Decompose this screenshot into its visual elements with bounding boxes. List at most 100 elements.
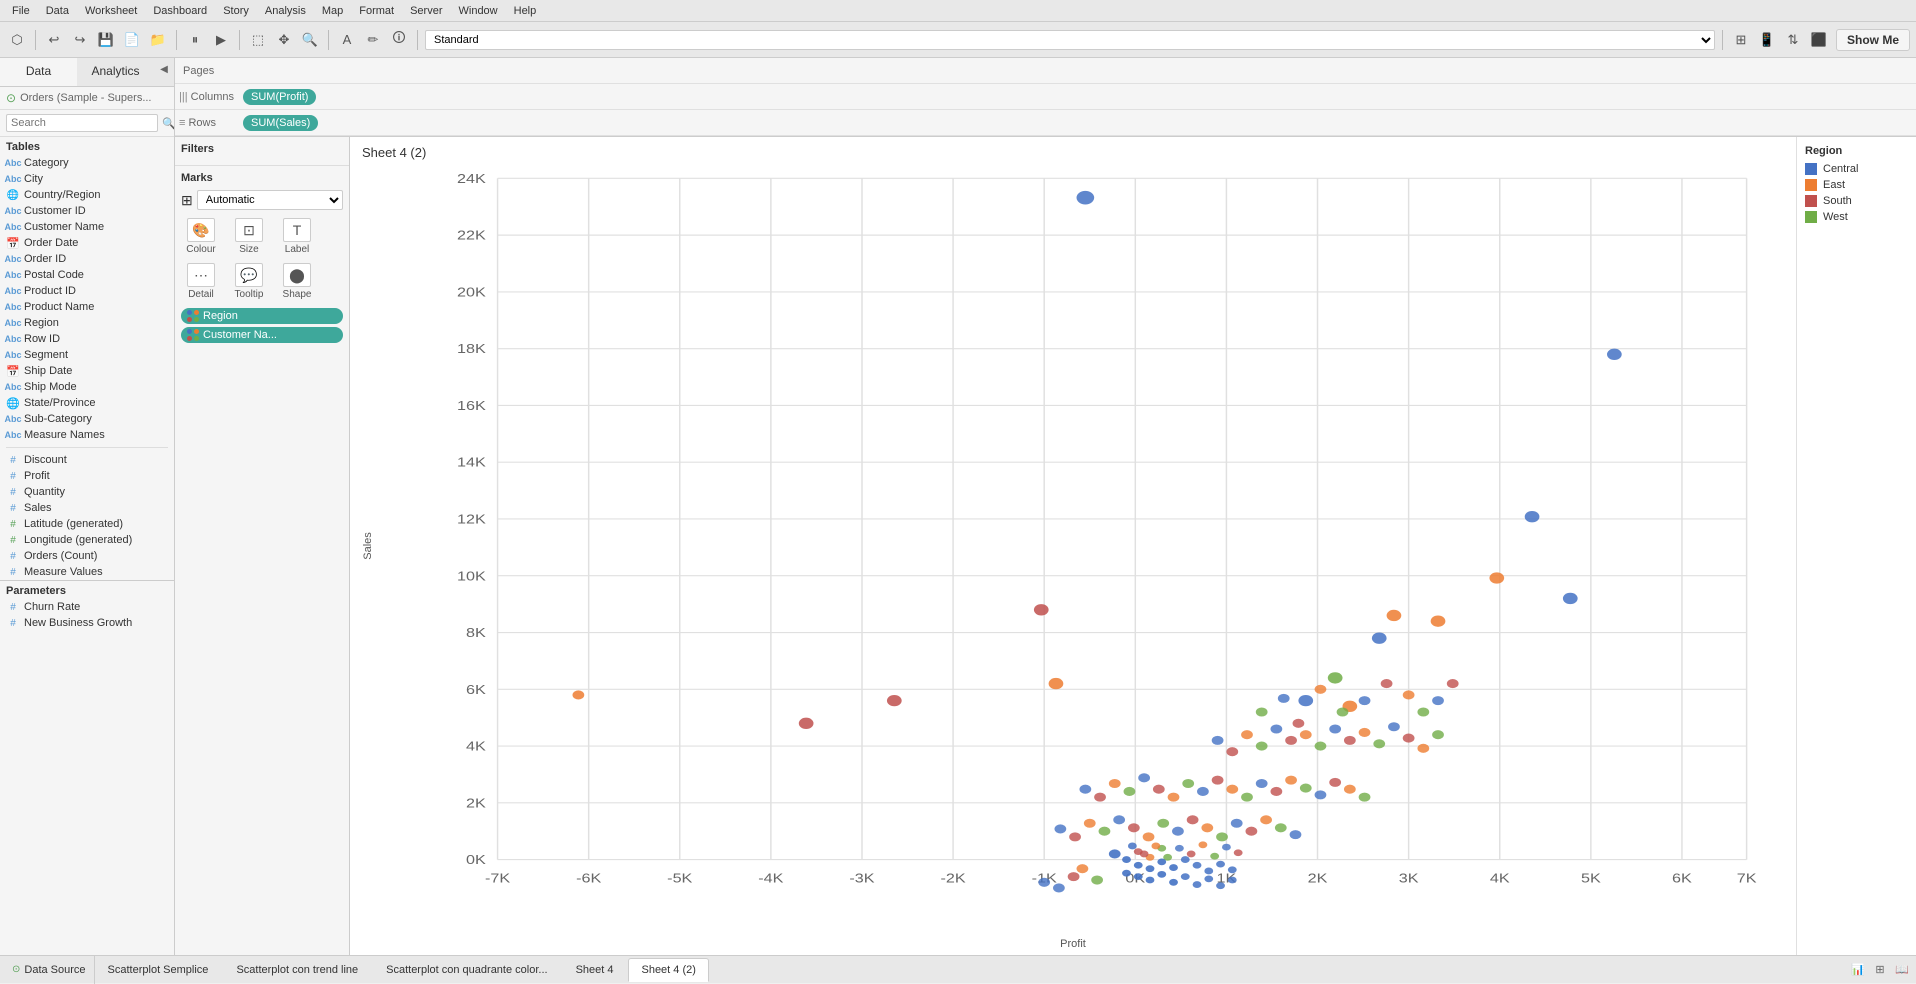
new-story-icon[interactable]: 📖 <box>1892 960 1912 980</box>
field-sales[interactable]: # Sales <box>0 500 174 516</box>
standard-select[interactable]: Standard <box>425 30 1715 50</box>
bottom-tab-icons: 📊 ⊞ 📖 <box>1848 960 1912 980</box>
field-discount[interactable]: # Discount <box>0 452 174 468</box>
field-new-business[interactable]: # New Business Growth <box>0 615 174 631</box>
field-measure-names[interactable]: Abc Measure Names <box>0 427 174 443</box>
menu-dashboard[interactable]: Dashboard <box>145 0 215 21</box>
marks-customer-pill[interactable]: Customer Na... <box>181 327 343 343</box>
field-churn-rate[interactable]: # Churn Rate <box>0 599 174 615</box>
tab-scatterplot-trend[interactable]: Scatterplot con trend line <box>223 958 371 982</box>
svg-text:2K: 2K <box>1308 872 1328 886</box>
pause-icon[interactable]: ⏸ <box>184 29 206 51</box>
legend-central[interactable]: Central <box>1805 163 1908 175</box>
field-customer-name[interactable]: Abc Customer Name <box>0 219 174 235</box>
field-profit[interactable]: # Profit <box>0 468 174 484</box>
share-icon[interactable]: ⇅ <box>1782 29 1804 51</box>
highlight-icon[interactable]: A <box>336 29 358 51</box>
tab-data[interactable]: Data <box>0 58 77 86</box>
menu-data[interactable]: Data <box>38 0 77 21</box>
label-button[interactable]: T Label <box>277 218 317 255</box>
search-input[interactable] <box>6 114 158 132</box>
show-me-button[interactable]: Show Me <box>1836 29 1910 51</box>
field-quantity[interactable]: # Quantity <box>0 484 174 500</box>
run-icon[interactable]: ▶ <box>210 29 232 51</box>
field-latitude[interactable]: # Latitude (generated) <box>0 516 174 532</box>
undo-icon[interactable]: ↩ <box>43 29 65 51</box>
legend-label-central: Central <box>1823 163 1858 175</box>
abc-icon: Abc <box>6 316 20 330</box>
rows-pill[interactable]: SUM(Sales) <box>243 115 318 131</box>
field-category[interactable]: Abc Category <box>0 155 174 171</box>
tooltip-icon[interactable]: 🛈 <box>388 29 410 51</box>
tab-scatterplot-semplice[interactable]: Scatterplot Semplice <box>95 958 222 982</box>
marks-buttons: 🎨 Colour ⊡ Size T Label ⋯ <box>181 218 343 300</box>
columns-pill[interactable]: SUM(Profit) <box>243 89 316 105</box>
search-icon[interactable]: 🔍 <box>162 117 175 130</box>
tab-scatterplot-quadrante[interactable]: Scatterplot con quadrante color... <box>373 958 560 982</box>
legend-south[interactable]: South <box>1805 195 1908 207</box>
shape-button[interactable]: ⬤ Shape <box>277 263 317 300</box>
data-source-tab[interactable]: ⊙ Data Source <box>4 956 95 984</box>
calendar-icon: 📅 <box>6 364 20 378</box>
tab-sheet4[interactable]: Sheet 4 <box>563 958 627 982</box>
field-measure-values[interactable]: # Measure Values <box>0 564 174 580</box>
save-icon[interactable]: 💾 <box>95 29 117 51</box>
marks-region-pill[interactable]: Region <box>181 308 343 324</box>
new-dashboard-icon[interactable]: ⊞ <box>1870 960 1890 980</box>
menu-help[interactable]: Help <box>506 0 545 21</box>
field-label: Row ID <box>24 333 60 345</box>
menu-window[interactable]: Window <box>451 0 506 21</box>
field-order-id[interactable]: Abc Order ID <box>0 251 174 267</box>
field-product-name[interactable]: Abc Product Name <box>0 299 174 315</box>
field-row-id[interactable]: Abc Row ID <box>0 331 174 347</box>
menu-analysis[interactable]: Analysis <box>257 0 314 21</box>
present-icon[interactable]: ⬛ <box>1808 29 1830 51</box>
field-ship-date[interactable]: 📅 Ship Date <box>0 363 174 379</box>
marks-type-select[interactable]: Automatic <box>197 190 343 210</box>
legend-west[interactable]: West <box>1805 211 1908 223</box>
field-label: Measure Names <box>24 429 105 441</box>
toolbar-sep-2 <box>176 30 177 50</box>
field-segment[interactable]: Abc Segment <box>0 347 174 363</box>
new-icon[interactable]: 📄 <box>121 29 143 51</box>
select-icon[interactable]: ⬚ <box>247 29 269 51</box>
tooltip-button[interactable]: 💬 Tooltip <box>229 263 269 300</box>
size-button[interactable]: ⊡ Size <box>229 218 269 255</box>
fit-icon[interactable]: ⊞ <box>1730 29 1752 51</box>
menu-story[interactable]: Story <box>215 0 257 21</box>
field-subcategory[interactable]: Abc Sub-Category <box>0 411 174 427</box>
field-ship-mode[interactable]: Abc Ship Mode <box>0 379 174 395</box>
field-region[interactable]: Abc Region <box>0 315 174 331</box>
menu-file[interactable]: File <box>4 0 38 21</box>
tab-sheet4-2[interactable]: Sheet 4 (2) <box>628 958 708 982</box>
field-customer-id[interactable]: Abc Customer ID <box>0 203 174 219</box>
zoom-icon[interactable]: 🔍 <box>299 29 321 51</box>
toolbar-right: ⬛ Show Me <box>1808 29 1910 51</box>
annotate-icon[interactable]: ✏ <box>362 29 384 51</box>
open-icon[interactable]: 📁 <box>147 29 169 51</box>
redo-icon[interactable]: ↪ <box>69 29 91 51</box>
colour-button[interactable]: 🎨 Colour <box>181 218 221 255</box>
pan-icon[interactable]: ✥ <box>273 29 295 51</box>
detail-button[interactable]: ⋯ Detail <box>181 263 221 300</box>
field-order-date[interactable]: 📅 Order Date <box>0 235 174 251</box>
device-icon[interactable]: 📱 <box>1756 29 1778 51</box>
menu-server[interactable]: Server <box>402 0 450 21</box>
menu-map[interactable]: Map <box>314 0 351 21</box>
svg-text:18K: 18K <box>457 343 486 357</box>
field-postal-code[interactable]: Abc Postal Code <box>0 267 174 283</box>
legend-east[interactable]: East <box>1805 179 1908 191</box>
field-city[interactable]: Abc City <box>0 171 174 187</box>
menu-format[interactable]: Format <box>351 0 402 21</box>
tab-analytics[interactable]: Analytics <box>77 58 154 86</box>
sidebar-collapse-icon[interactable]: ◀ <box>154 58 174 80</box>
field-product-id[interactable]: Abc Product ID <box>0 283 174 299</box>
field-longitude[interactable]: # Longitude (generated) <box>0 532 174 548</box>
new-sheet-icon[interactable]: 📊 <box>1848 960 1868 980</box>
toolbar-sep-4 <box>328 30 329 50</box>
columns-label: ||| Columns <box>179 91 239 103</box>
field-state[interactable]: 🌐 State/Province <box>0 395 174 411</box>
field-country[interactable]: 🌐 Country/Region <box>0 187 174 203</box>
field-orders-count[interactable]: # Orders (Count) <box>0 548 174 564</box>
menu-worksheet[interactable]: Worksheet <box>77 0 145 21</box>
